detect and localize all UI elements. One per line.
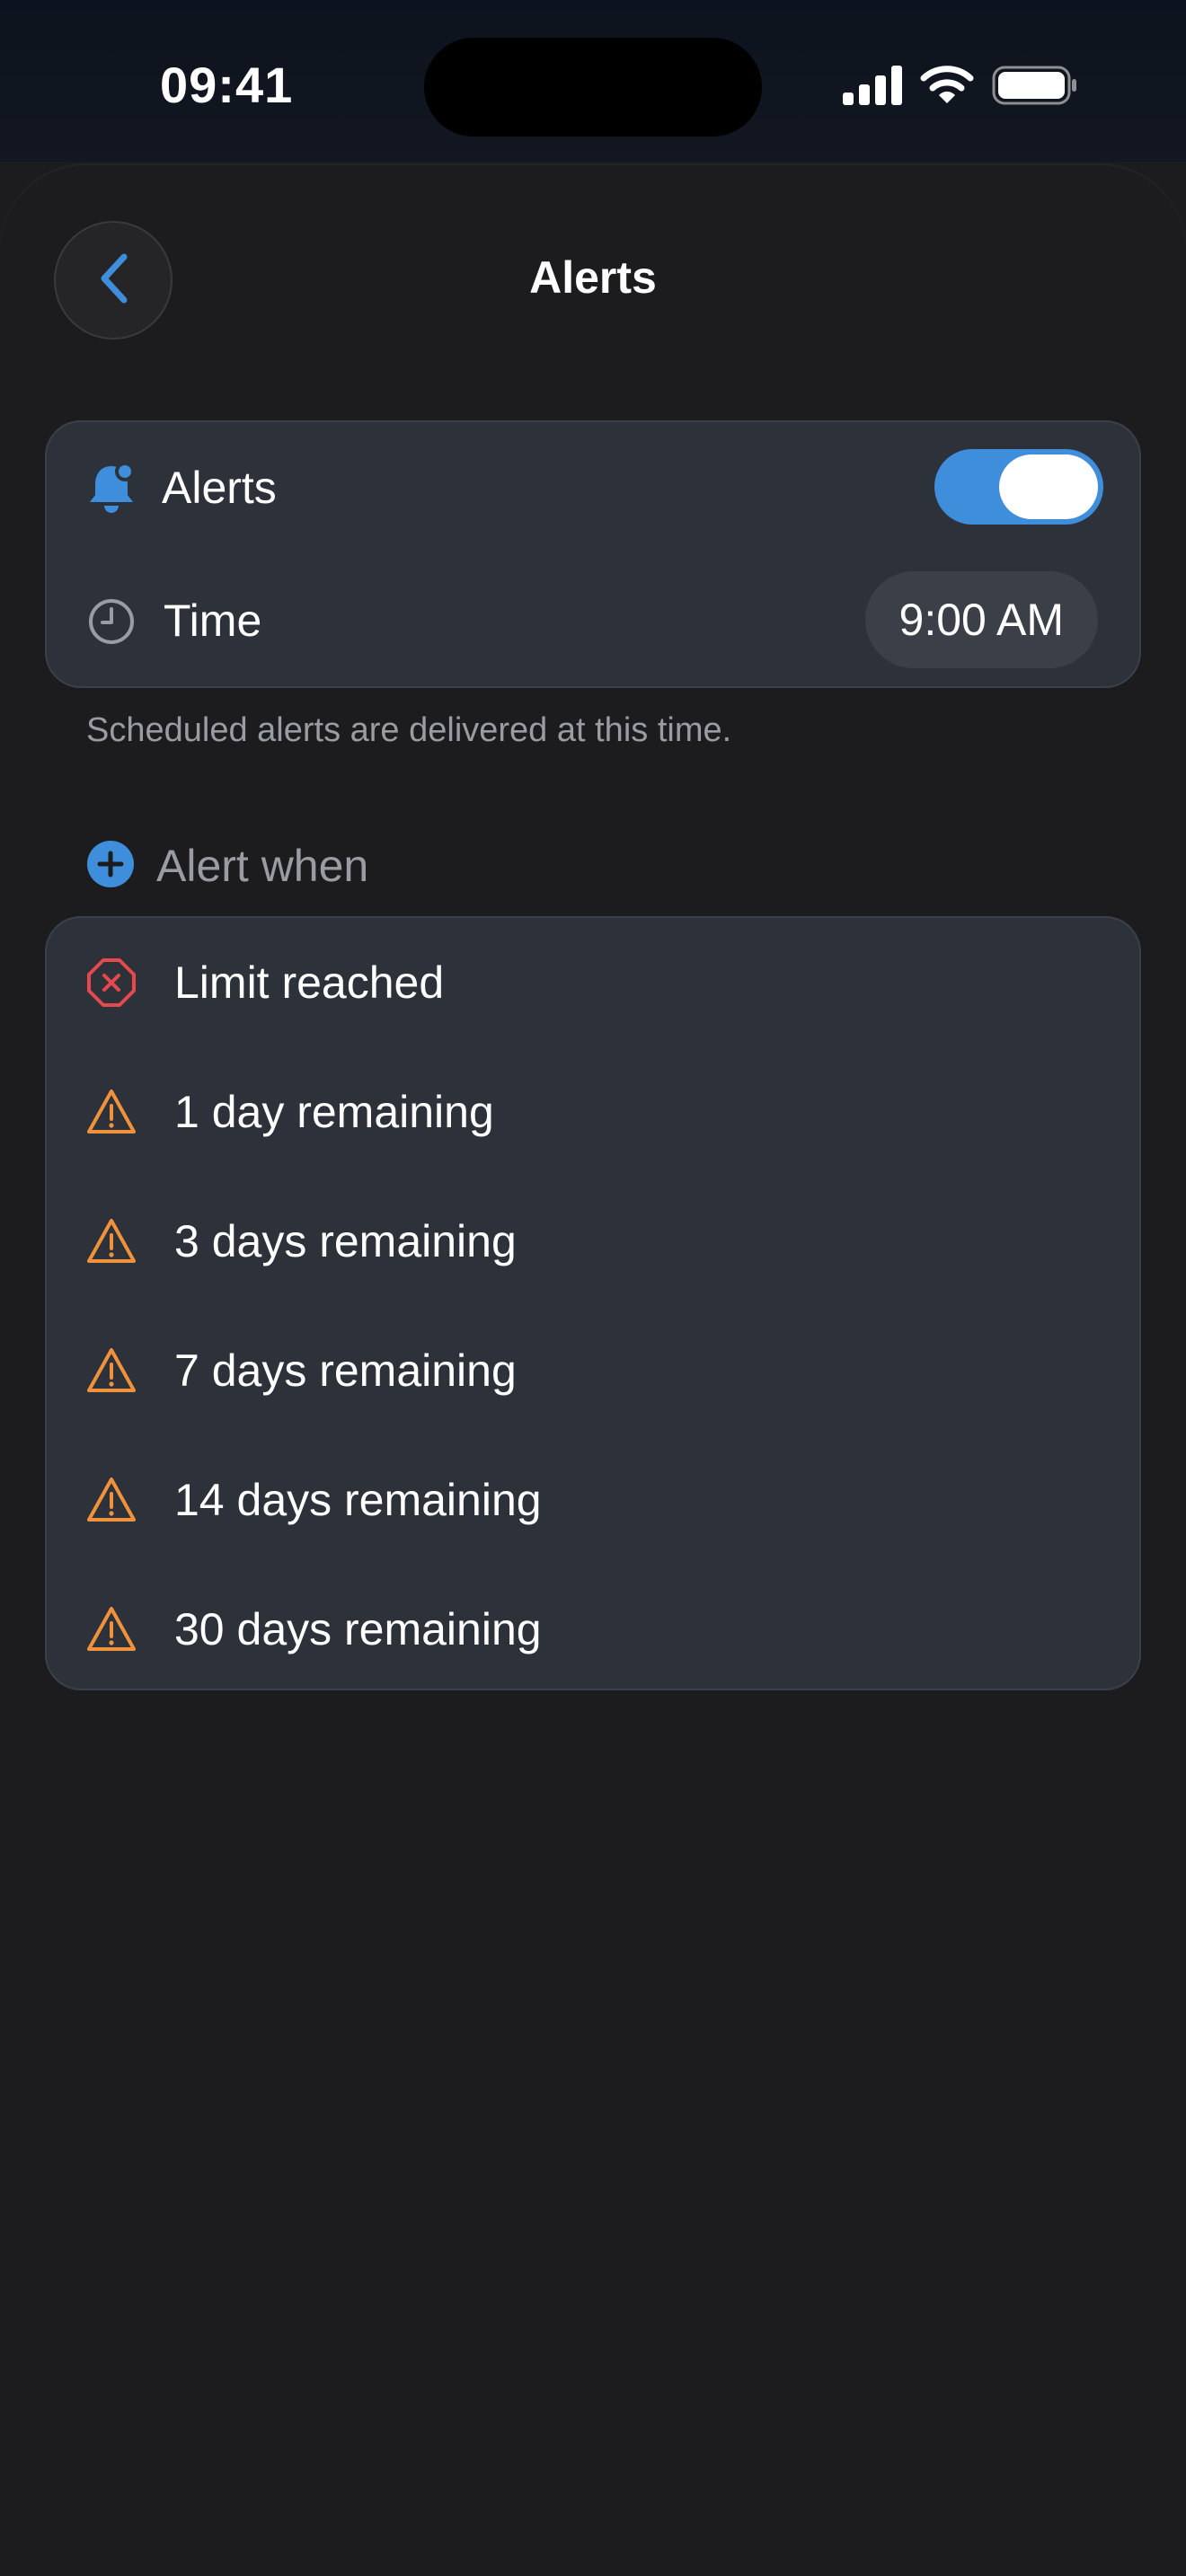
alert-settings-card: Alerts Time 9:00 AM — [45, 420, 1141, 688]
time-picker-button[interactable]: 9:00 AM — [864, 571, 1098, 668]
alert-item-label: 30 days remaining — [174, 1604, 542, 1654]
alert-when-label: Alert when — [156, 841, 369, 891]
warning-triangle-icon — [86, 1604, 137, 1654]
alert-item-30-days[interactable]: 30 days remaining — [47, 1565, 1139, 1694]
warning-triangle-icon — [86, 1475, 137, 1525]
status-bar: 09:41 — [0, 0, 1186, 171]
warning-triangle-icon — [86, 1087, 137, 1137]
alert-when-header[interactable]: Alert when — [86, 839, 368, 893]
page-title: Alerts — [529, 252, 657, 303]
alert-item-label: 7 days remaining — [174, 1345, 517, 1396]
alert-item-3-days[interactable]: 3 days remaining — [47, 1177, 1139, 1306]
cellular-signal-icon — [843, 65, 902, 110]
alert-item-1-day[interactable]: 1 day remaining — [47, 1047, 1139, 1177]
alerts-sheet: Alerts Alerts Time 9:00 AM Scheduled ale… — [0, 165, 1186, 2576]
alerts-toggle[interactable] — [934, 449, 1103, 525]
alert-item-label: Limit reached — [174, 957, 445, 1008]
battery-icon — [992, 66, 1078, 110]
clock-icon — [86, 596, 137, 647]
alert-item-7-days[interactable]: 7 days remaining — [47, 1306, 1139, 1435]
plus-circle-icon — [86, 840, 135, 893]
alerts-toggle-row: Alerts — [47, 422, 1139, 553]
warning-triangle-icon — [86, 1345, 137, 1396]
alert-item-14-days[interactable]: 14 days remaining — [47, 1435, 1139, 1565]
wifi-icon — [920, 65, 974, 110]
time-label: Time — [164, 595, 262, 646]
screen: 09:41 Alerts Alerts Time 9:00 AM Schedul… — [0, 0, 1186, 2576]
x-octagon-icon — [86, 957, 137, 1008]
alert-item-limit-reached[interactable]: Limit reached — [47, 918, 1139, 1047]
time-row: Time 9:00 AM — [47, 553, 1139, 688]
alert-item-label: 14 days remaining — [174, 1475, 542, 1525]
alerts-label: Alerts — [162, 463, 277, 513]
status-icons — [843, 65, 1078, 110]
time-footnote: Scheduled alerts are delivered at this t… — [86, 711, 732, 749]
toggle-knob — [999, 454, 1098, 519]
alert-item-label: 1 day remaining — [174, 1087, 494, 1137]
dynamic-island — [424, 38, 762, 137]
bell-badge-icon — [86, 463, 137, 514]
alert-item-label: 3 days remaining — [174, 1216, 517, 1266]
alert-conditions-card: Limit reached 1 day remaining 3 days rem… — [45, 916, 1141, 1690]
warning-triangle-icon — [86, 1216, 137, 1266]
status-time: 09:41 — [160, 57, 294, 113]
